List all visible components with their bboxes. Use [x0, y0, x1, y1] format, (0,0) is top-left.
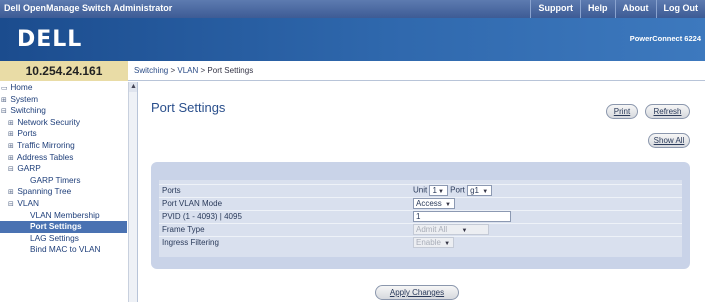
- chevron-down-icon: ▼: [482, 189, 489, 195]
- sidebar: ▭ Home ⊞ System ⊟ Switching ⊞ Network Se…: [0, 82, 138, 302]
- breadcrumb-vlan[interactable]: VLAN: [177, 66, 198, 75]
- port-select[interactable]: g1 ▼: [467, 185, 493, 196]
- sidebar-item-vlan-membership[interactable]: VLAN Membership: [0, 210, 127, 222]
- sidebar-item-garp-timers[interactable]: GARP Timers: [0, 175, 127, 187]
- sidebar-scrollbar[interactable]: ▲: [128, 82, 137, 302]
- nav-tree: ▭ Home ⊞ System ⊟ Switching ⊞ Network Se…: [0, 82, 127, 256]
- logout-link[interactable]: Log Out: [655, 0, 705, 18]
- chevron-down-icon: ▼: [461, 228, 468, 234]
- expand-icon: ⊞: [8, 142, 14, 150]
- ports-row: Ports Unit 1▼ Port g1 ▼: [159, 184, 682, 197]
- support-link[interactable]: Support: [530, 0, 580, 18]
- scroll-up-icon[interactable]: ▲: [129, 82, 137, 92]
- collapse-icon: ⊟: [1, 108, 7, 116]
- pvid-label: PVID (1 - 4093) | 4095: [162, 212, 242, 221]
- frame-type-label: Frame Type: [162, 225, 205, 234]
- sidebar-item-address-tables[interactable]: ⊞ Address Tables: [0, 152, 127, 164]
- chevron-down-icon: ▼: [444, 241, 451, 247]
- print-button[interactable]: Print: [606, 104, 638, 119]
- vlan-mode-select[interactable]: Access ▼: [413, 198, 456, 209]
- dell-logo: DELL: [17, 27, 83, 52]
- top-links: Support Help About Log Out: [530, 0, 705, 18]
- sidebar-item-network-security[interactable]: ⊞ Network Security: [0, 117, 127, 129]
- help-link[interactable]: Help: [579, 0, 615, 18]
- settings-form: Ports Unit 1▼ Port g1 ▼ Port VLAN Mode A…: [159, 180, 682, 257]
- show-all-button[interactable]: Show All: [648, 133, 690, 148]
- breadcrumb-switching[interactable]: Switching: [134, 66, 168, 75]
- sidebar-item-ports[interactable]: ⊞ Ports: [0, 128, 127, 140]
- sidebar-item-vlan[interactable]: ⊟ VLAN: [0, 198, 127, 210]
- vlan-mode-label: Port VLAN Mode: [162, 199, 223, 208]
- app-title: Dell OpenManage Switch Administrator: [4, 3, 173, 13]
- chevron-down-icon: ▼: [437, 189, 444, 195]
- home-icon: ▭: [1, 85, 8, 92]
- sidebar-item-switching[interactable]: ⊟ Switching: [0, 105, 127, 117]
- ingress-filtering-row: Ingress Filtering Enable ▼: [159, 236, 682, 249]
- vlan-mode-row: Port VLAN Mode Access ▼: [159, 197, 682, 210]
- frame-type-row: Frame Type Admit All ▼: [159, 223, 682, 236]
- sidebar-item-port-settings[interactable]: Port Settings: [0, 221, 127, 233]
- chevron-down-icon: ▼: [445, 202, 451, 208]
- page-title: Port Settings: [151, 100, 226, 115]
- sidebar-item-traffic-mirroring[interactable]: ⊞ Traffic Mirroring: [0, 140, 127, 152]
- breadcrumb-separator: >: [168, 66, 178, 75]
- about-link[interactable]: About: [614, 0, 656, 18]
- switch-model: PowerConnect 6224: [629, 34, 701, 43]
- ports-controls: Unit 1▼ Port g1 ▼: [413, 185, 493, 196]
- sidebar-item-bind-mac-to-vlan[interactable]: Bind MAC to VLAN: [0, 244, 127, 256]
- breadcrumb-current: Port Settings: [207, 66, 254, 75]
- settings-panel: Ports Unit 1▼ Port g1 ▼ Port VLAN Mode A…: [151, 162, 690, 269]
- top-bar: Dell OpenManage Switch Administrator Sup…: [0, 0, 705, 18]
- breadcrumb: Switching > VLAN > Port Settings: [128, 61, 705, 81]
- pvid-input[interactable]: 1: [413, 211, 511, 222]
- collapse-icon: ⊟: [8, 200, 14, 208]
- sidebar-item-spanning-tree[interactable]: ⊞ Spanning Tree: [0, 186, 127, 198]
- unit-label: Unit: [413, 185, 428, 195]
- unit-select[interactable]: 1▼: [429, 185, 448, 196]
- ports-label: Ports: [162, 186, 181, 195]
- sidebar-item-lag-settings[interactable]: LAG Settings: [0, 233, 127, 245]
- pvid-row: PVID (1 - 4093) | 4095 1: [159, 210, 682, 223]
- ingress-filtering-label: Ingress Filtering: [162, 238, 219, 247]
- sidebar-item-system[interactable]: ⊞ System: [0, 94, 127, 106]
- sidebar-item-garp[interactable]: ⊟ GARP: [0, 163, 127, 175]
- apply-changes-button[interactable]: Apply Changes: [375, 285, 459, 300]
- sidebar-item-home[interactable]: ▭ Home: [0, 82, 127, 94]
- refresh-button[interactable]: Refresh: [645, 104, 690, 119]
- switch-ip: 10.254.24.161: [0, 61, 128, 81]
- ingress-filtering-select[interactable]: Enable ▼: [413, 237, 455, 248]
- collapse-icon: ⊟: [8, 166, 14, 174]
- brand-banner: DELL PowerConnect 6224: [0, 18, 705, 61]
- frame-type-select[interactable]: Admit All ▼: [413, 224, 489, 235]
- port-label: Port: [450, 185, 465, 195]
